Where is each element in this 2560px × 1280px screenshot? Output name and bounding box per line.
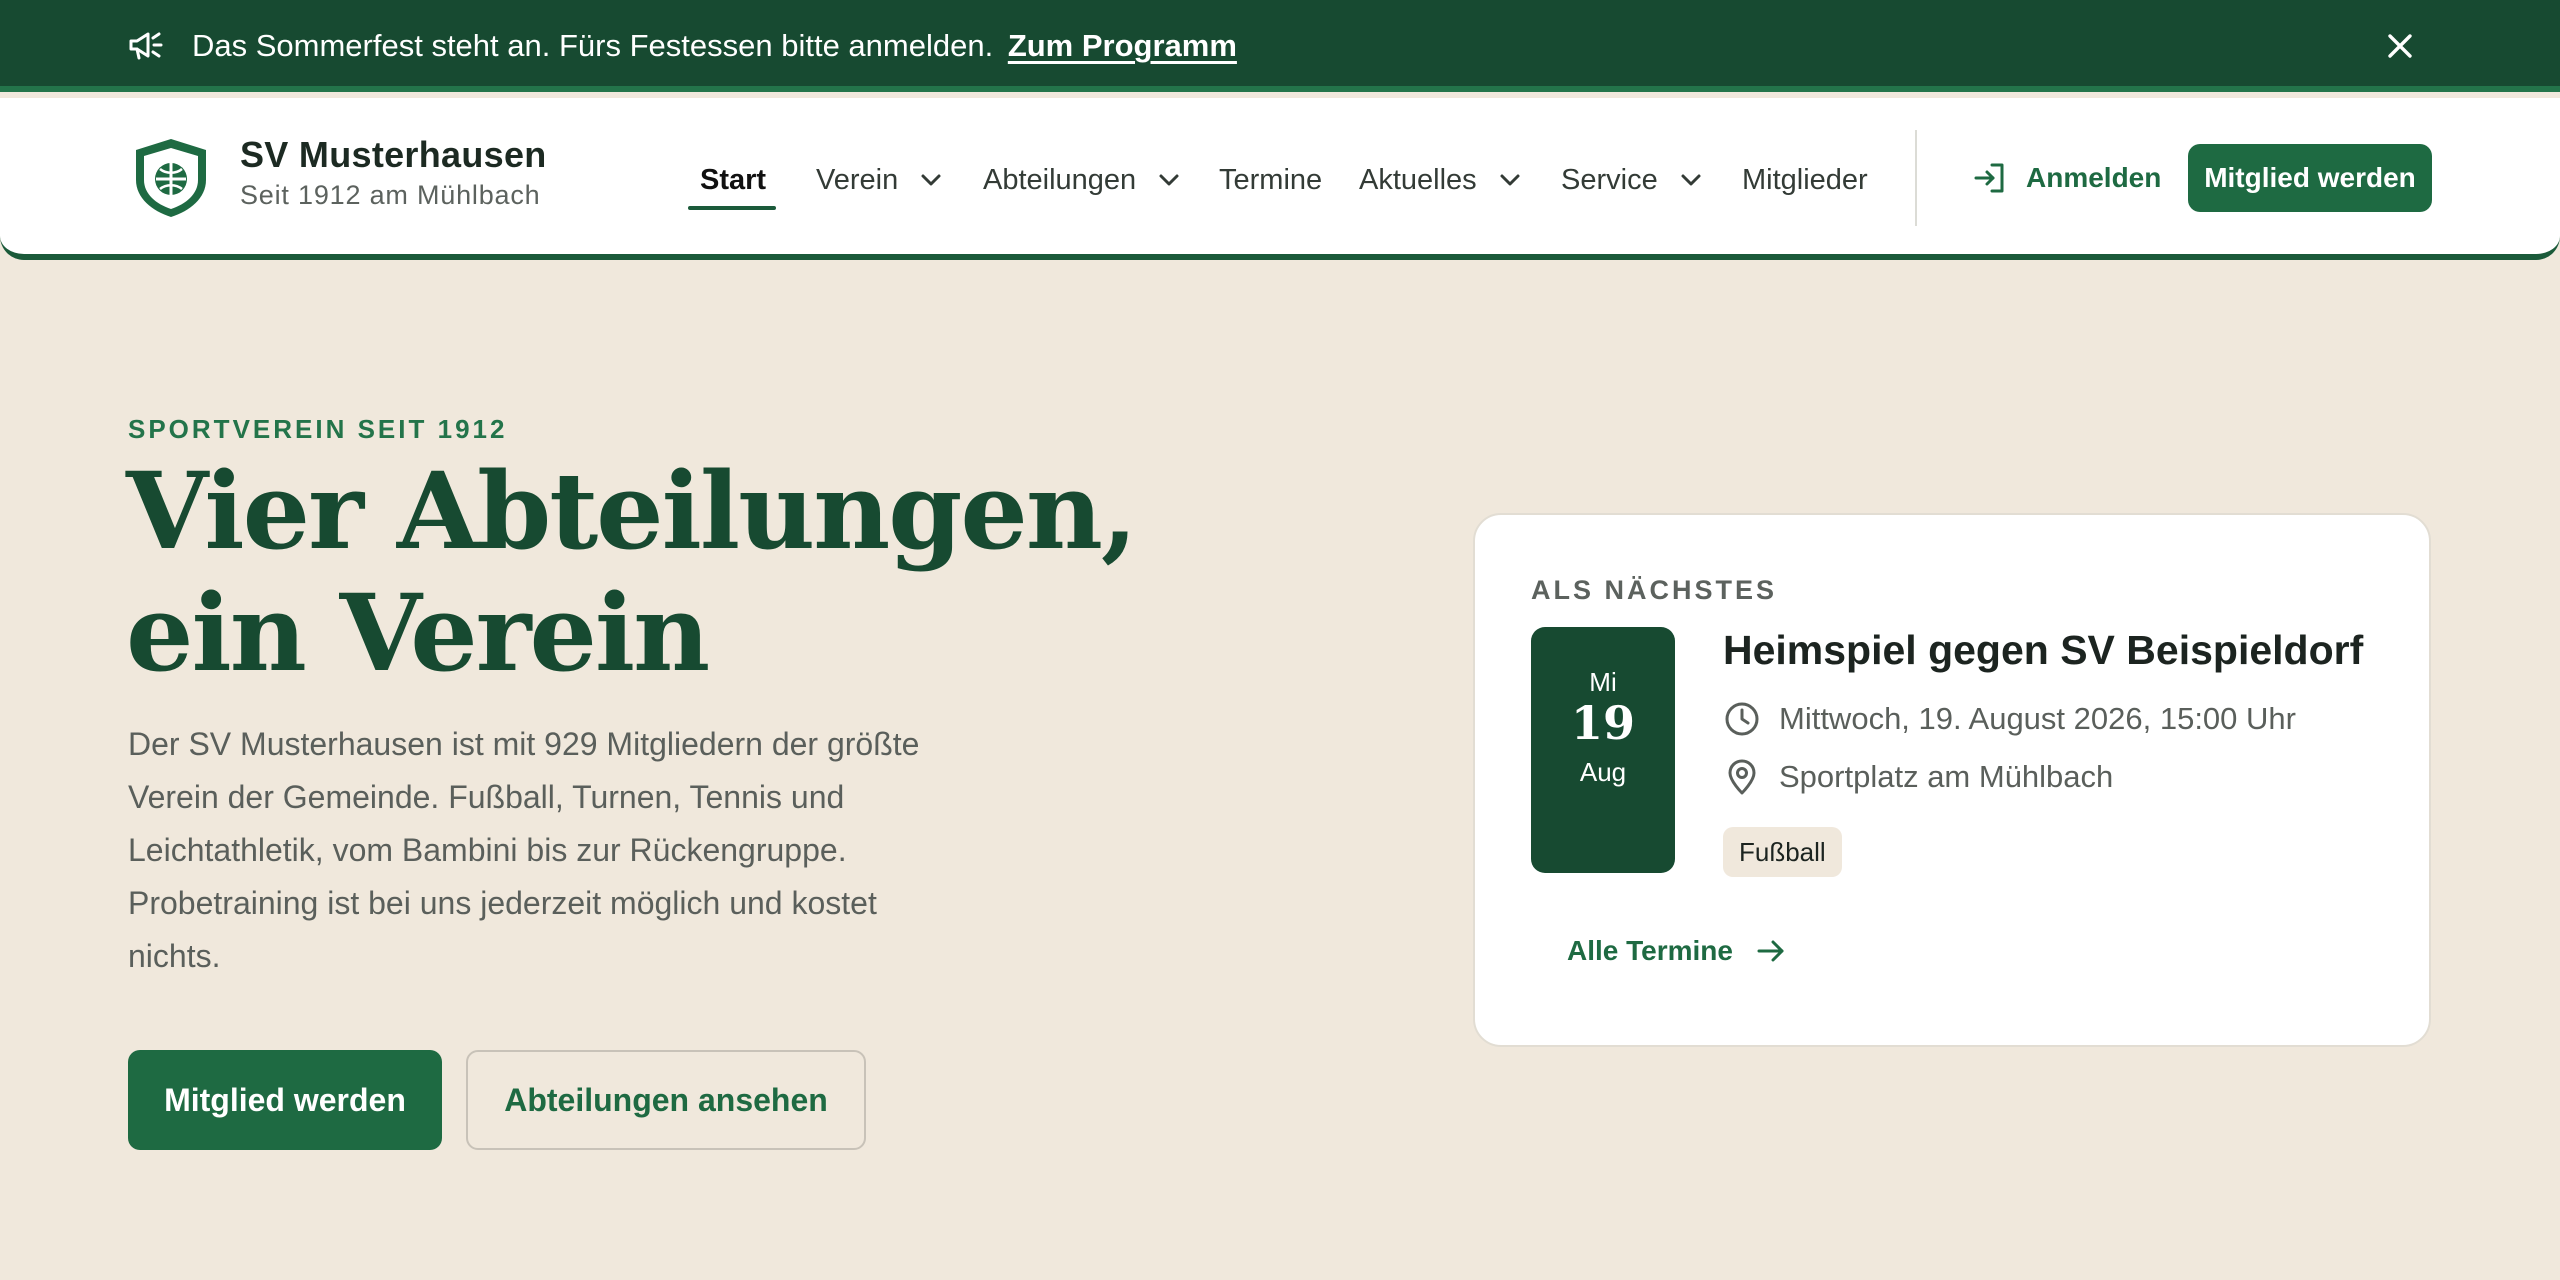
nav-item-abteilungen[interactable]: Abteilungen xyxy=(983,160,1180,200)
clock-icon xyxy=(1725,702,1759,736)
hero-description: Der SV Musterhausen ist mit 929 Mitglied… xyxy=(128,726,920,974)
event-month: Aug xyxy=(1579,757,1627,787)
event-category-tag: Fußball xyxy=(1723,827,1842,877)
map-pin-icon xyxy=(1728,759,1756,795)
become-member-button[interactable]: Mitglied werden xyxy=(128,1050,442,1150)
next-event-card: ALS NÄCHSTES Mi 19 Aug Heimspiel gegen S… xyxy=(1473,513,2431,1047)
nav-item-aktuelles[interactable]: Aktuelles xyxy=(1359,160,1521,200)
event-day: 19 xyxy=(1570,696,1635,750)
chevron-down-icon xyxy=(1500,174,1520,186)
club-crest-logo[interactable] xyxy=(130,136,212,220)
all-events-link[interactable]: Alle Termine xyxy=(1567,931,1787,971)
brand-tagline: Seit 1912 am Mühlbach xyxy=(240,180,541,210)
nav-item-service[interactable]: Service xyxy=(1561,160,1702,200)
view-departments-button[interactable]: Abteilungen ansehen xyxy=(466,1050,866,1150)
brand-name[interactable]: SV Musterhausen xyxy=(240,134,547,176)
event-date-badge: Mi 19 Aug xyxy=(1531,627,1675,873)
program-link[interactable]: Zum Programm xyxy=(1008,28,1237,63)
close-icon[interactable] xyxy=(2382,28,2418,64)
event-title[interactable]: Heimspiel gegen SV Beispieldorf xyxy=(1723,627,2363,674)
chevron-down-icon xyxy=(1159,174,1179,186)
event-datetime: Mittwoch, 19. August 2026, 15:00 Uhr xyxy=(1723,699,2296,739)
hero-eyebrow: SPORTVEREIN SEIT 1912 xyxy=(128,414,508,444)
nav-label: Abteilungen xyxy=(983,163,1137,196)
nav-label: Start xyxy=(700,163,767,196)
all-events-label: Alle Termine xyxy=(1567,935,1733,966)
arrow-right-icon xyxy=(1757,940,1784,962)
nav-label: Mitglieder xyxy=(1742,163,1868,196)
login-link[interactable]: Anmelden xyxy=(1972,158,2161,198)
nav-label: Service xyxy=(1561,163,1658,196)
become-member-header-button[interactable]: Mitglied werden xyxy=(2188,144,2432,212)
event-datetime-text: Mittwoch, 19. August 2026, 15:00 Uhr xyxy=(1779,701,2296,736)
announcement-text: Das Sommerfest steht an. Fürs Festessen … xyxy=(192,28,994,63)
nav-label: Aktuelles xyxy=(1359,163,1477,196)
card-eyebrow: ALS NÄCHSTES xyxy=(1531,575,1778,605)
chevron-down-icon xyxy=(1681,174,1701,186)
hero-title: Vier Abteilungen, ein Verein xyxy=(126,448,1138,695)
announcement-message: Das Sommerfest steht an. Fürs Festessen … xyxy=(192,27,1237,65)
nav-item-start[interactable]: Start xyxy=(700,160,766,200)
nav-label: Verein xyxy=(816,163,899,196)
nav-item-termine[interactable]: Termine xyxy=(1219,160,1322,200)
nav-item-mitglieder[interactable]: Mitglieder xyxy=(1742,160,1868,200)
announcement-bar: Das Sommerfest steht an. Fürs Festessen … xyxy=(0,0,2560,92)
nav-divider xyxy=(1915,130,1917,226)
site-header: SV Musterhausen Seit 1912 am Mühlbach St… xyxy=(0,98,2560,260)
login-icon xyxy=(1974,163,2004,193)
active-nav-indicator xyxy=(688,206,776,210)
nav-item-verein[interactable]: Verein xyxy=(816,160,942,200)
login-label: Anmelden xyxy=(2026,162,2162,193)
event-location-text: Sportplatz am Mühlbach xyxy=(1779,759,2114,794)
nav-label: Termine xyxy=(1219,163,1323,196)
megaphone-icon xyxy=(129,32,163,60)
chevron-down-icon xyxy=(921,174,941,186)
event-location: Sportplatz am Mühlbach xyxy=(1723,757,2113,797)
